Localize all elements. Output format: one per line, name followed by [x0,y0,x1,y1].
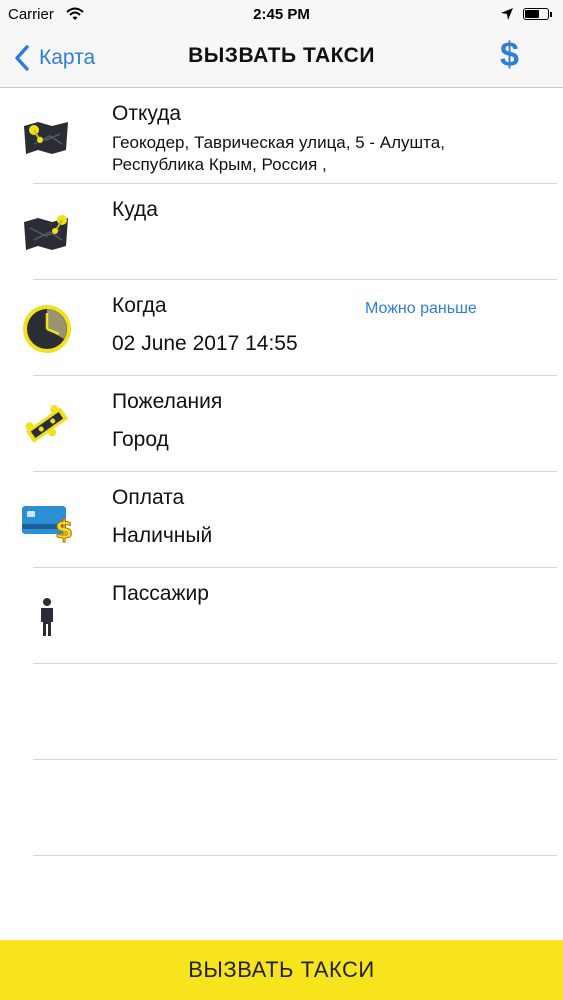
empty-row [0,664,563,760]
earlier-link[interactable]: Можно раньше [365,300,477,318]
clock-time: 2:45 PM [253,6,310,23]
status-bar: Carrier 2:45 PM [0,0,563,30]
map-pin-icon [24,122,68,154]
call-taxi-button[interactable]: ВЫЗВАТЬ ТАКСИ [0,940,563,1000]
row-title: Пожелания [112,390,223,413]
row-title: Откуда [112,102,182,125]
order-form-list: Откуда Геокодер, Таврическая улица, 5 - … [0,88,563,856]
row-payment[interactable]: $ Оплата Наличный [0,472,563,568]
row-title: Пассажир [112,582,209,605]
battery-icon [523,8,549,20]
row-pickup[interactable]: Откуда Геокодер, Таврическая улица, 5 - … [0,88,563,184]
row-title: Когда [112,294,167,317]
row-passenger[interactable]: Пассажир [0,568,563,664]
payment-value: Наличный [112,524,213,547]
row-time[interactable]: Когда Можно раньше 02 June 2017 14:55 [0,280,563,376]
passenger-icon [41,598,53,636]
puzzle-icon [25,405,69,443]
pickup-datetime: 02 June 2017 14:55 [112,332,298,355]
row-title: Куда [112,198,158,221]
row-title: Оплата [112,486,185,509]
navigation-bar: Карта ВЫЗВАТЬ ТАКСИ $ [0,30,563,88]
dollar-icon[interactable]: $ [500,36,519,75]
clock-icon [23,305,71,353]
map-pin-icon [24,215,68,250]
battery-tip [550,12,552,17]
preferences-value: Город [112,428,169,451]
row-destination[interactable]: Куда [0,184,563,280]
location-arrow-icon [501,8,513,20]
pickup-address: Геокодер, Таврическая улица, 5 - Алушта,… [112,133,445,174]
svg-text:$: $ [55,515,73,545]
page-title: ВЫЗВАТЬ ТАКСИ [188,44,375,67]
row-preferences[interactable]: Пожелания Город [0,376,563,472]
empty-row [0,760,563,856]
credit-card-icon: $ [22,506,74,546]
